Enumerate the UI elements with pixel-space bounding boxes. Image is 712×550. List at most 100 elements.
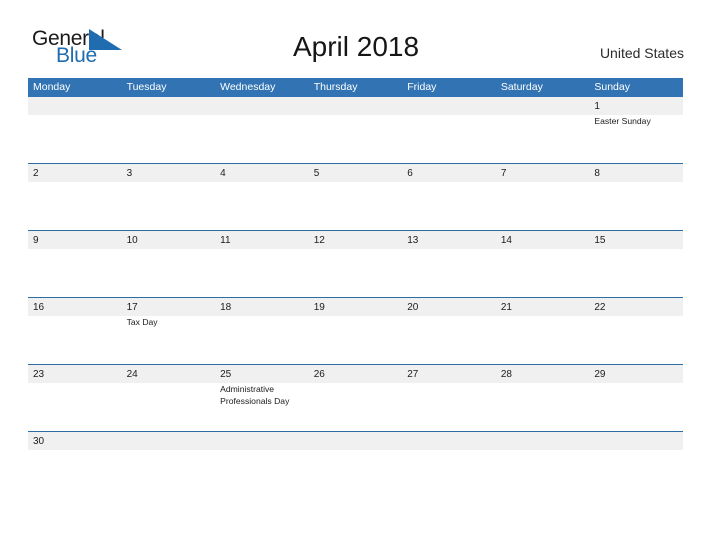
weekday-header-row: Monday Tuesday Wednesday Thursday Friday… — [28, 78, 683, 97]
day-cell-empty — [402, 97, 496, 163]
week-day-cells: 2 3 4 5 6 7 8 — [28, 164, 683, 230]
day-number: 10 — [126, 235, 138, 246]
day-number: 12 — [313, 235, 325, 246]
day-cell-empty — [496, 432, 590, 454]
day-number: 30 — [33, 436, 45, 447]
day-number: 6 — [407, 168, 413, 179]
day-number: 29 — [594, 369, 606, 380]
day-cell[interactable]: 20 — [402, 298, 496, 364]
day-cell[interactable]: 22 — [589, 298, 683, 364]
day-cell[interactable]: 27 — [402, 365, 496, 431]
day-cell[interactable]: 29 — [589, 365, 683, 431]
day-number: 17 — [126, 302, 138, 313]
day-cell-empty — [28, 97, 122, 163]
day-cell-empty — [215, 432, 309, 454]
day-cell[interactable]: 24 — [122, 365, 216, 431]
calendar-table: Monday Tuesday Wednesday Thursday Friday… — [28, 78, 683, 454]
day-cell[interactable]: 15 — [589, 231, 683, 297]
country-label: United States — [599, 45, 684, 61]
weekday-header-monday: Monday — [33, 81, 71, 93]
calendar-week-row: 23 24 25 Administrative Professionals Day 26… — [28, 364, 683, 431]
calendar-week-row: 16 17 Tax Day 18 19 20 21 22 — [28, 297, 683, 364]
day-number: 27 — [407, 369, 419, 380]
day-number: 5 — [313, 168, 320, 179]
day-number: 21 — [500, 302, 512, 313]
day-cell[interactable]: 9 — [28, 231, 122, 297]
calendar-week-row: 2 3 4 5 6 7 8 — [28, 163, 683, 230]
day-number: 22 — [594, 302, 606, 313]
day-cell-empty — [402, 432, 496, 454]
day-cell[interactable]: 28 — [496, 365, 590, 431]
day-number: 1 — [594, 101, 600, 112]
day-cell[interactable]: 10 — [122, 231, 216, 297]
weekday-header-tuesday: Tuesday — [126, 81, 167, 93]
day-number: 28 — [500, 369, 512, 380]
week-day-cells: 9 10 11 12 13 14 15 — [28, 231, 683, 297]
day-number: 8 — [594, 168, 600, 179]
day-number: 16 — [33, 302, 45, 313]
day-cell[interactable]: 8 — [589, 164, 683, 230]
day-number: 11 — [220, 235, 231, 246]
day-number: 14 — [500, 235, 512, 246]
day-cell[interactable]: 14 — [496, 231, 590, 297]
day-cell[interactable]: 7 — [496, 164, 590, 230]
day-cell[interactable]: 1 Easter Sunday — [589, 97, 683, 163]
page-header: General Blue April 2018 United States — [0, 0, 712, 78]
day-cell[interactable]: 5 — [309, 164, 403, 230]
day-number: 20 — [407, 302, 419, 313]
day-cell[interactable]: 12 — [309, 231, 403, 297]
weekday-header-friday: Friday — [407, 81, 437, 93]
week-day-cells: 1 Easter Sunday — [28, 97, 683, 163]
calendar-week-row: 1 Easter Sunday — [28, 97, 683, 163]
day-number: 23 — [33, 369, 45, 380]
day-number: 24 — [126, 369, 138, 380]
day-cell[interactable]: 19 — [309, 298, 403, 364]
calendar-page: General Blue April 2018 United States Mo… — [0, 0, 712, 550]
weekday-header-sunday: Sunday — [594, 81, 630, 93]
day-event-label: Administrative Professionals Day — [220, 384, 290, 406]
day-number: 15 — [594, 235, 606, 246]
day-number: 9 — [33, 235, 39, 246]
day-event-label: Easter Sunday — [594, 116, 651, 126]
week-day-cells: 23 24 25 Administrative Professionals Day 26… — [28, 365, 683, 431]
day-cell-empty — [309, 432, 403, 454]
day-cell-empty — [309, 97, 403, 163]
day-number: 25 — [220, 369, 232, 380]
day-number: 26 — [313, 369, 325, 380]
week-day-cells: 16 17 Tax Day 18 19 20 21 22 — [28, 298, 683, 364]
weekday-header-wednesday: Wednesday — [220, 81, 276, 93]
day-cell-empty — [215, 97, 309, 163]
day-cell[interactable]: 13 — [402, 231, 496, 297]
day-number: 4 — [220, 168, 226, 179]
day-cell[interactable]: 26 — [309, 365, 403, 431]
day-cell[interactable]: 3 — [122, 164, 216, 230]
calendar-week-row: 9 10 11 12 13 14 15 — [28, 230, 683, 297]
calendar-week-row: 30 — [28, 431, 683, 454]
day-number: 3 — [126, 168, 133, 179]
day-number: 19 — [313, 302, 325, 313]
day-cell[interactable]: 18 — [215, 298, 309, 364]
day-number: 13 — [407, 235, 419, 246]
day-event-label: Tax Day — [126, 317, 158, 327]
day-cell-empty — [496, 97, 590, 163]
day-cell[interactable]: 11 — [215, 231, 309, 297]
day-cell[interactable]: 2 — [28, 164, 122, 230]
day-cell[interactable]: 16 — [28, 298, 122, 364]
day-number: 18 — [220, 302, 232, 313]
day-cell[interactable]: 4 — [215, 164, 309, 230]
weekday-header-saturday: Saturday — [500, 81, 543, 93]
day-cell-empty — [122, 432, 216, 454]
day-cell[interactable]: 25 Administrative Professionals Day — [215, 365, 309, 431]
weekday-header-thursday: Thursday — [313, 81, 358, 93]
calendar-weeks: 1 Easter Sunday 2 3 4 5 6 7 8 9 10 11 12 13 14 15 16 17 Ta… — [28, 97, 683, 454]
day-cell[interactable]: 17 Tax Day — [122, 298, 216, 364]
week-day-cells: 30 — [28, 432, 683, 454]
day-cell-empty — [589, 432, 683, 454]
day-cell-empty — [122, 97, 216, 163]
day-cell[interactable]: 6 — [402, 164, 496, 230]
day-number: 2 — [33, 168, 39, 179]
day-number: 7 — [500, 168, 507, 179]
day-cell[interactable]: 23 — [28, 365, 122, 431]
day-cell[interactable]: 21 — [496, 298, 590, 364]
day-cell[interactable]: 30 — [28, 432, 122, 454]
